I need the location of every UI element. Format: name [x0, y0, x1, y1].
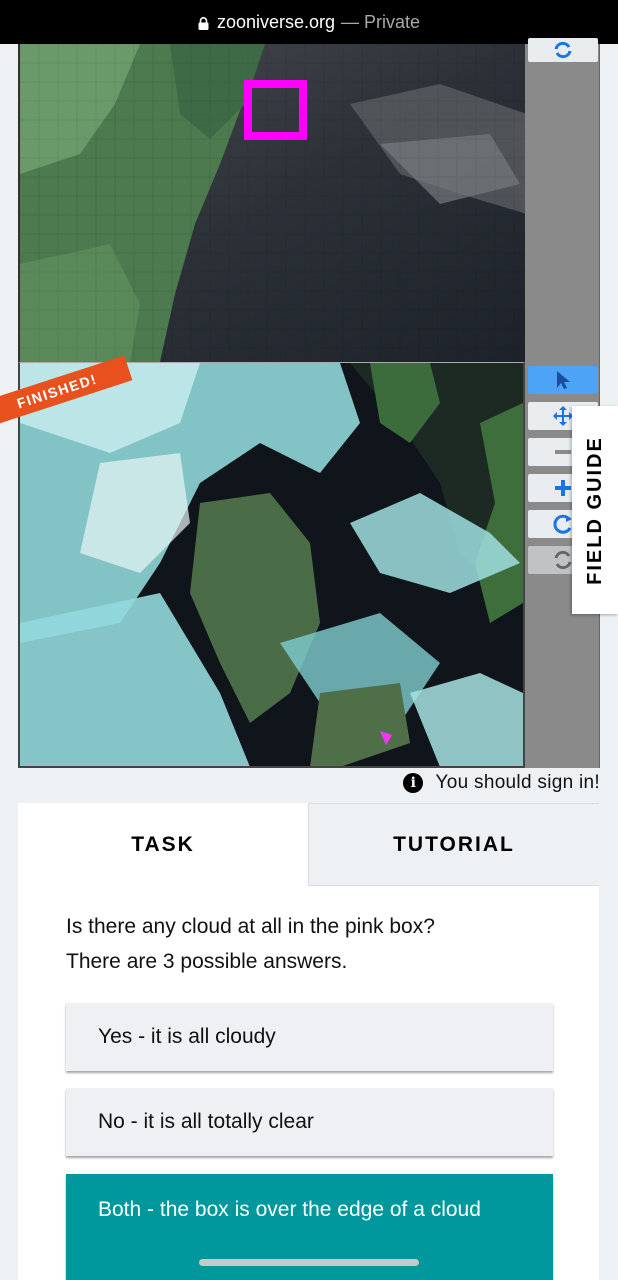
answer-option-yes[interactable]: Yes - it is all cloudy	[66, 1003, 553, 1071]
rotate-icon	[553, 514, 572, 534]
reset-view-button[interactable]	[528, 38, 598, 62]
browser-domain: zooniverse.org	[216, 11, 336, 32]
answer-label: Yes - it is all cloudy	[98, 1025, 276, 1048]
pointer-tool-button[interactable]	[528, 366, 598, 394]
task-panel: TASK TUTORIAL Is there any cloud at all …	[18, 803, 599, 1280]
tab-task[interactable]: TASK	[18, 803, 308, 886]
lock-icon	[198, 16, 209, 30]
zoom-out-icon	[555, 450, 571, 454]
full-subject-image[interactable]	[18, 362, 525, 768]
browser-address-bar[interactable]: zooniverse.org — Private	[0, 0, 618, 44]
answer-option-no[interactable]: No - it is all totally clear	[66, 1088, 553, 1156]
zoom-in-icon	[555, 480, 571, 496]
sign-in-text: You should sign in!	[435, 772, 600, 793]
question-text: Is there any cloud at all in the pink bo…	[66, 915, 435, 938]
home-indicator[interactable]	[199, 1259, 419, 1266]
answer-count-text: There are 3 possible answers.	[66, 950, 348, 973]
browser-private-label: — Private	[341, 11, 421, 32]
info-icon: i	[403, 773, 424, 793]
sign-in-notice[interactable]: i You should sign in!	[403, 772, 600, 794]
tab-tutorial[interactable]: TUTORIAL	[308, 803, 599, 886]
reset-icon	[554, 550, 572, 570]
answer-label: No - it is all totally clear	[98, 1110, 314, 1133]
zoomed-image-svg	[20, 44, 525, 362]
answer-label: Both - the box is over the edge of a clo…	[98, 1198, 481, 1221]
subject-viewer: FINISHED!	[0, 38, 618, 770]
full-image-svg	[20, 363, 523, 766]
refresh-icon	[554, 41, 572, 59]
zoomed-subject-image[interactable]	[18, 44, 525, 362]
task-question: Is there any cloud at all in the pink bo…	[66, 909, 435, 979]
task-tabs: TASK TUTORIAL	[18, 803, 599, 886]
field-guide-tab[interactable]: FIELD GUIDE	[572, 406, 618, 614]
field-guide-label: FIELD GUIDE	[583, 435, 606, 585]
pointer-icon	[557, 371, 570, 389]
